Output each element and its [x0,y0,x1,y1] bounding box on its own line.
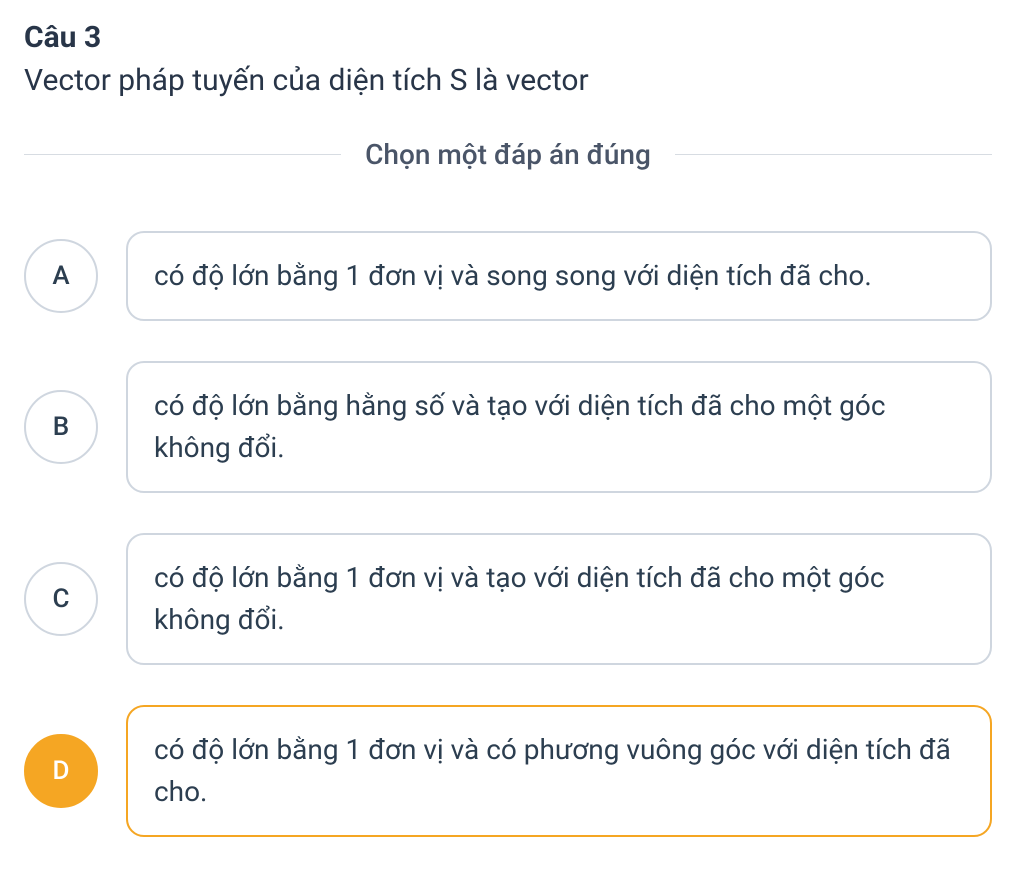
instruction-divider: Chọn một đáp án đúng [24,138,992,171]
option-letter-b: B [24,390,98,464]
option-letter-c: C [24,562,98,636]
option-text-b: có độ lớn bằng hằng số và tạo với diện t… [126,361,992,493]
divider-line-left [24,154,341,155]
option-letter-a: A [24,239,98,313]
option-b[interactable]: B có độ lớn bằng hằng số và tạo với diện… [24,361,992,493]
instruction-text: Chọn một đáp án đúng [341,138,675,171]
option-letter-d: D [24,734,98,808]
divider-line-right [675,154,992,155]
option-text-d: có độ lớn bằng 1 đơn vị và có phương vuô… [126,705,992,837]
options-list: A có độ lớn bằng 1 đơn vị và song song v… [24,231,992,837]
question-number: Câu 3 [24,20,992,55]
option-text-c: có độ lớn bằng 1 đơn vị và tạo với diện … [126,533,992,665]
option-a[interactable]: A có độ lớn bằng 1 đơn vị và song song v… [24,231,992,321]
question-text: Vector pháp tuyến của diện tích S là vec… [24,63,992,98]
option-text-a: có độ lớn bằng 1 đơn vị và song song với… [126,231,992,321]
option-c[interactable]: C có độ lớn bằng 1 đơn vị và tạo với diệ… [24,533,992,665]
option-d[interactable]: D có độ lớn bằng 1 đơn vị và có phương v… [24,705,992,837]
